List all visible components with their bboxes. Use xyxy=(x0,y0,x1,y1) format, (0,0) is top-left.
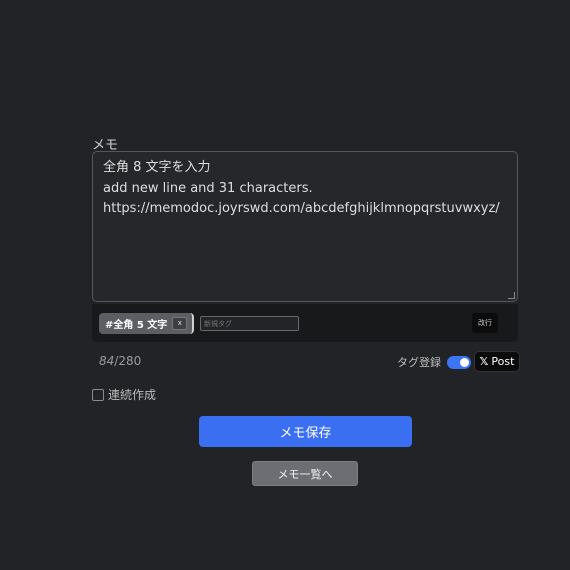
continuous-create[interactable]: 連続作成 xyxy=(92,386,156,403)
x-logo-icon: 𝕏 xyxy=(479,355,489,368)
x-post-button[interactable]: 𝕏 Post xyxy=(474,351,520,372)
save-memo-button[interactable]: メモ保存 xyxy=(199,416,412,447)
resize-grip-icon[interactable] xyxy=(508,292,515,299)
newline-button[interactable]: 改行 xyxy=(472,313,498,333)
char-count-max: 280 xyxy=(118,354,142,368)
tag-bar: #全角 5 文字 x 改行 xyxy=(92,304,518,342)
memo-line: add new line and 31 characters. xyxy=(103,180,313,196)
new-tag-input[interactable] xyxy=(200,316,299,331)
memo-list-button[interactable]: メモ一覧へ xyxy=(252,461,358,486)
x-post-label: Post xyxy=(491,355,515,368)
continuous-create-label: 連続作成 xyxy=(108,388,157,402)
tag-register-toggle[interactable] xyxy=(447,355,471,369)
tag-register-label: タグ登録 xyxy=(397,356,441,369)
tag-register: タグ登録 xyxy=(397,354,471,370)
tag-remove-button[interactable]: x xyxy=(172,317,188,330)
continuous-create-checkbox[interactable] xyxy=(92,388,104,401)
tag-chip-label: #全角 5 文字 xyxy=(105,320,168,331)
char-count: 84/280 xyxy=(99,354,141,368)
toggle-knob xyxy=(460,357,469,367)
memo-line: https://memodoc.joyrswd.com/abcdefghijkl… xyxy=(103,201,500,216)
tag-chip[interactable]: #全角 5 文字 x xyxy=(99,313,195,334)
memo-line: 全角 8 文字を入力 xyxy=(103,160,211,175)
char-count-current: 84 xyxy=(99,354,115,368)
memo-textarea[interactable]: 全角 8 文字を入力 add new line and 31 characters… xyxy=(92,151,518,302)
